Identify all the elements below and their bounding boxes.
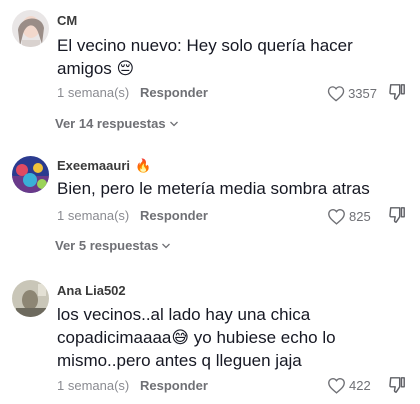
dislike-button[interactable]: [388, 376, 406, 394]
thumbs-down-icon: [389, 377, 405, 393]
like-count: 422: [349, 377, 371, 393]
reply-button[interactable]: Responder: [140, 378, 208, 393]
comment-text: los vecinos..al lado hay una chica copad…: [57, 305, 336, 370]
like-button[interactable]: 422: [327, 375, 377, 395]
avatar[interactable]: [12, 280, 49, 317]
comment-time: 1 semana(s): [57, 378, 130, 393]
comment-item: Ana Lia502 los vecinos..al lado hay una …: [0, 0, 420, 404]
username[interactable]: Ana Lia502: [57, 283, 126, 298]
username-text[interactable]: Ana Lia502: [57, 283, 126, 298]
heart-outline-icon: [328, 377, 345, 394]
